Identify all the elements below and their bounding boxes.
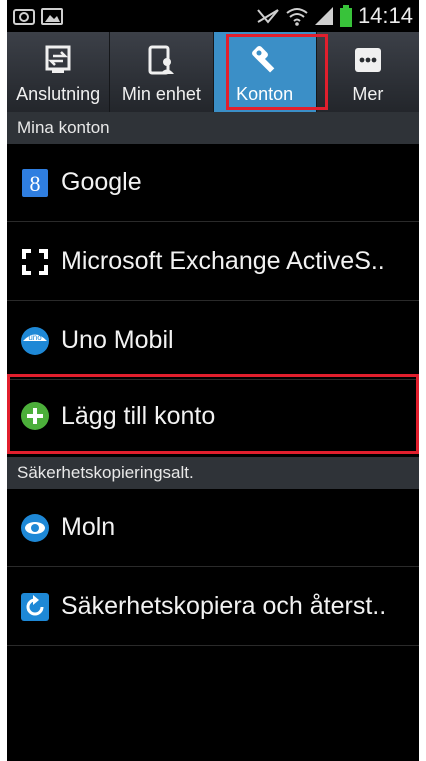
- camera-icon: [13, 9, 35, 25]
- tab-min-enhet[interactable]: Min enhet: [110, 32, 212, 112]
- tab-label: Anslutning: [16, 84, 101, 104]
- more-icon: [348, 42, 388, 78]
- tab-label: Konton: [236, 84, 294, 104]
- tab-konton[interactable]: Konton: [213, 32, 316, 112]
- add-account-button[interactable]: Lägg till konto: [7, 377, 419, 455]
- key-icon: [245, 42, 285, 78]
- device-icon: [141, 42, 181, 78]
- tab-mer[interactable]: Mer: [317, 32, 419, 112]
- battery-icon: [339, 5, 352, 27]
- signal-icon: [314, 7, 333, 25]
- add-account-label: Lägg till konto: [61, 401, 216, 430]
- tab-anslutning[interactable]: Anslutning: [7, 32, 109, 112]
- account-label: Google: [61, 168, 142, 196]
- uno-mobil-icon: uno: [19, 325, 51, 357]
- section-header-accounts: Mina konton: [7, 112, 419, 144]
- backup-label: Moln: [61, 513, 116, 541]
- account-label: Uno Mobil: [61, 326, 174, 354]
- backup-moln[interactable]: Moln: [7, 489, 419, 567]
- account-exchange[interactable]: Microsoft Exchange ActiveS..: [7, 223, 419, 301]
- account-label: Microsoft Exchange ActiveS..: [61, 247, 385, 275]
- google-icon: 8: [19, 167, 51, 199]
- tab-label: Min enhet: [121, 84, 201, 104]
- wifi-icon: [286, 8, 308, 26]
- tab-label: Mer: [352, 84, 384, 104]
- section-title: Säkerhetskopieringsalt.: [17, 463, 194, 482]
- backup-restore-icon: [19, 591, 51, 623]
- cloud-icon: [19, 512, 51, 544]
- svg-text:uno: uno: [28, 333, 42, 342]
- exchange-icon: [19, 246, 51, 278]
- section-title: Mina konton: [17, 118, 110, 137]
- image-icon: [41, 8, 63, 25]
- account-google[interactable]: 8 Google: [7, 144, 419, 222]
- section-header-backup: Säkerhetskopieringsalt.: [7, 457, 419, 489]
- status-bar: 14:14: [7, 0, 419, 32]
- account-uno-mobil[interactable]: uno Uno Mobil: [7, 302, 419, 380]
- add-icon: [19, 400, 51, 432]
- backup-restore[interactable]: Säkerhetskopiera och återst..: [7, 568, 419, 646]
- status-time: 14:14: [357, 3, 413, 28]
- no-sim-icon: [257, 9, 279, 24]
- settings-tab-bar: Anslutning Min enhet Konton Mer: [7, 32, 419, 112]
- phone-screen: 14:14 Anslutning Min enhet Konton Mer Mi…: [7, 0, 419, 761]
- svg-text:8: 8: [30, 171, 41, 196]
- backup-label: Säkerhetskopiera och återst..: [61, 592, 387, 620]
- connection-icon: [38, 42, 78, 78]
